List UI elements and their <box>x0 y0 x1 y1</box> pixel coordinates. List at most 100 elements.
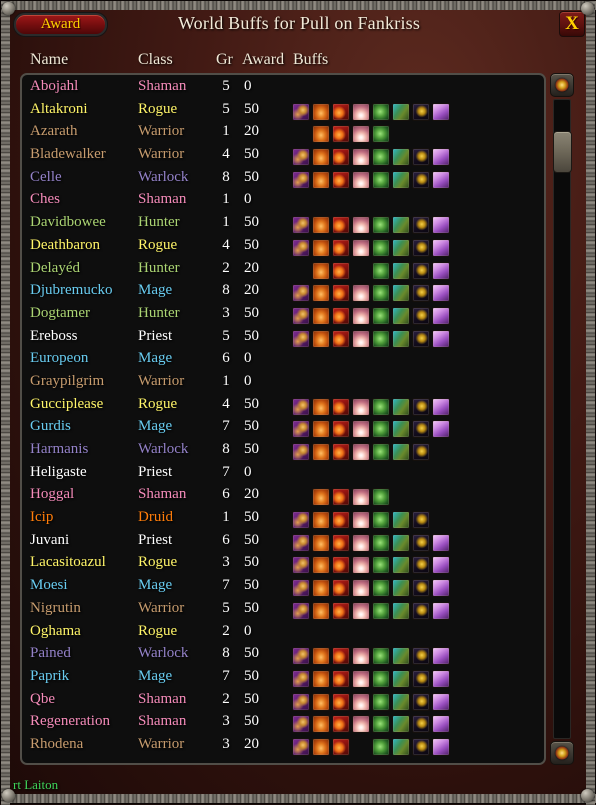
dragonslayer-onyxia-icon[interactable] <box>372 511 390 530</box>
songflower-serenade-icon[interactable] <box>292 216 310 235</box>
warchiefs-blessing-icon[interactable] <box>312 647 330 666</box>
songflower-serenade-icon[interactable] <box>292 443 310 461</box>
rallying-cry-dragonslayer-icon[interactable] <box>332 579 350 598</box>
spirit-of-zandalar-icon[interactable] <box>352 692 370 711</box>
darkmoon-faire-buff-icon[interactable] <box>412 737 430 756</box>
dragonslayer-onyxia-icon[interactable] <box>372 329 390 348</box>
rallying-cry-dragonslayer-icon[interactable] <box>332 102 350 121</box>
table-row[interactable]: Qbe Shaman 2 50 <box>22 691 544 714</box>
sayges-dark-fortune-icon[interactable] <box>432 397 450 416</box>
warchiefs-blessing-icon[interactable] <box>312 601 330 620</box>
traces-of-silithyst-icon[interactable] <box>392 170 410 189</box>
sayges-dark-fortune-icon[interactable] <box>432 692 450 711</box>
traces-of-silithyst-icon[interactable] <box>392 443 410 461</box>
traces-of-silithyst-icon[interactable] <box>392 420 410 439</box>
darkmoon-faire-buff-icon[interactable] <box>412 148 430 167</box>
darkmoon-faire-buff-icon[interactable] <box>412 579 430 598</box>
table-row[interactable]: Paprik Mage 7 50 <box>22 668 544 691</box>
table-row[interactable]: Bladewalker Warrior 4 50 <box>22 146 544 169</box>
sayges-dark-fortune-icon[interactable] <box>432 579 450 598</box>
warchiefs-blessing-icon[interactable] <box>312 420 330 439</box>
rallying-cry-dragonslayer-icon[interactable] <box>332 284 350 303</box>
dragonslayer-onyxia-icon[interactable] <box>372 556 390 575</box>
warchiefs-blessing-icon[interactable] <box>312 125 330 144</box>
rallying-cry-dragonslayer-icon[interactable] <box>332 261 350 280</box>
table-row[interactable]: Graypilgrim Warrior 1 0 <box>22 373 544 396</box>
warchiefs-blessing-icon[interactable] <box>312 329 330 348</box>
table-row[interactable]: Djubremucko Mage 8 20 <box>22 282 544 305</box>
warchiefs-blessing-icon[interactable] <box>312 170 330 189</box>
spirit-of-zandalar-icon[interactable] <box>352 488 370 507</box>
spirit-of-zandalar-icon[interactable] <box>352 238 370 257</box>
traces-of-silithyst-icon[interactable] <box>392 238 410 257</box>
table-row[interactable]: Moesi Mage 7 50 <box>22 577 544 600</box>
songflower-serenade-icon[interactable] <box>292 148 310 167</box>
darkmoon-faire-buff-icon[interactable] <box>412 715 430 734</box>
traces-of-silithyst-icon[interactable] <box>392 148 410 167</box>
spirit-of-zandalar-icon[interactable] <box>352 397 370 416</box>
sayges-dark-fortune-icon[interactable] <box>432 306 450 325</box>
table-row[interactable]: Hoggal Shaman 6 20 <box>22 486 544 509</box>
dragonslayer-onyxia-icon[interactable] <box>372 488 390 507</box>
dragonslayer-onyxia-icon[interactable] <box>372 692 390 711</box>
spirit-of-zandalar-icon[interactable] <box>352 216 370 235</box>
table-row[interactable]: Harmanis Warlock 8 50 <box>22 441 544 464</box>
rallying-cry-dragonslayer-icon[interactable] <box>332 533 350 552</box>
songflower-serenade-icon[interactable] <box>292 306 310 325</box>
rallying-cry-dragonslayer-icon[interactable] <box>332 238 350 257</box>
spirit-of-zandalar-icon[interactable] <box>352 329 370 348</box>
songflower-serenade-icon[interactable] <box>292 329 310 348</box>
rallying-cry-dragonslayer-icon[interactable] <box>332 669 350 688</box>
warchiefs-blessing-icon[interactable] <box>312 397 330 416</box>
spirit-of-zandalar-icon[interactable] <box>352 715 370 734</box>
traces-of-silithyst-icon[interactable] <box>392 737 410 756</box>
sayges-dark-fortune-icon[interactable] <box>432 238 450 257</box>
rallying-cry-dragonslayer-icon[interactable] <box>332 556 350 575</box>
dragonslayer-onyxia-icon[interactable] <box>372 601 390 620</box>
sayges-dark-fortune-icon[interactable] <box>432 170 450 189</box>
rallying-cry-dragonslayer-icon[interactable] <box>332 443 350 461</box>
table-row[interactable]: Gurdis Mage 7 50 <box>22 418 544 441</box>
dragonslayer-onyxia-icon[interactable] <box>372 216 390 235</box>
spirit-of-zandalar-icon[interactable] <box>352 420 370 439</box>
dragonslayer-onyxia-icon[interactable] <box>372 148 390 167</box>
warchiefs-blessing-icon[interactable] <box>312 556 330 575</box>
darkmoon-faire-buff-icon[interactable] <box>412 443 430 461</box>
darkmoon-faire-buff-icon[interactable] <box>412 329 430 348</box>
traces-of-silithyst-icon[interactable] <box>392 669 410 688</box>
rallying-cry-dragonslayer-icon[interactable] <box>332 148 350 167</box>
warchiefs-blessing-icon[interactable] <box>312 533 330 552</box>
table-row[interactable]: Azarath Warrior 1 20 <box>22 123 544 146</box>
rallying-cry-dragonslayer-icon[interactable] <box>332 511 350 530</box>
songflower-serenade-icon[interactable] <box>292 170 310 189</box>
table-row[interactable]: Regeneration Shaman 3 50 <box>22 713 544 736</box>
darkmoon-faire-buff-icon[interactable] <box>412 556 430 575</box>
spirit-of-zandalar-icon[interactable] <box>352 579 370 598</box>
sayges-dark-fortune-icon[interactable] <box>432 533 450 552</box>
title-bar[interactable]: Award World Buffs for Pull on Fankriss X <box>10 10 588 41</box>
spirit-of-zandalar-icon[interactable] <box>352 669 370 688</box>
dragonslayer-onyxia-icon[interactable] <box>372 397 390 416</box>
dragonslayer-onyxia-icon[interactable] <box>372 125 390 144</box>
traces-of-silithyst-icon[interactable] <box>392 306 410 325</box>
rallying-cry-dragonslayer-icon[interactable] <box>332 170 350 189</box>
spirit-of-zandalar-icon[interactable] <box>352 601 370 620</box>
scrollbar-thumb[interactable] <box>553 131 572 173</box>
darkmoon-faire-buff-icon[interactable] <box>412 216 430 235</box>
dragonslayer-onyxia-icon[interactable] <box>372 170 390 189</box>
warchiefs-blessing-icon[interactable] <box>312 148 330 167</box>
scrollbar-track[interactable] <box>553 99 571 739</box>
dragonslayer-onyxia-icon[interactable] <box>372 579 390 598</box>
dragonslayer-onyxia-icon[interactable] <box>372 715 390 734</box>
darkmoon-faire-buff-icon[interactable] <box>412 102 430 121</box>
warchiefs-blessing-icon[interactable] <box>312 284 330 303</box>
spirit-of-zandalar-icon[interactable] <box>352 556 370 575</box>
traces-of-silithyst-icon[interactable] <box>392 397 410 416</box>
songflower-serenade-icon[interactable] <box>292 533 310 552</box>
rallying-cry-dragonslayer-icon[interactable] <box>332 715 350 734</box>
darkmoon-faire-buff-icon[interactable] <box>412 511 430 530</box>
table-row[interactable]: Rhodena Warrior 3 20 <box>22 736 544 759</box>
dragonslayer-onyxia-icon[interactable] <box>372 737 390 756</box>
songflower-serenade-icon[interactable] <box>292 420 310 439</box>
table-row[interactable]: Ches Shaman 1 0 <box>22 191 544 214</box>
